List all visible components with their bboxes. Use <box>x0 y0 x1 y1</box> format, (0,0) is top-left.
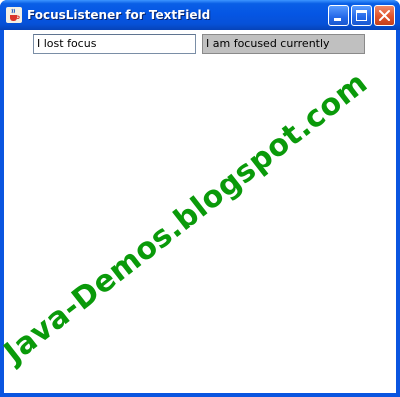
app-window: FocusListener for TextField I lost focus… <box>0 0 400 397</box>
java-cup-icon[interactable] <box>6 7 22 23</box>
minimize-button[interactable] <box>328 5 349 26</box>
maximize-icon <box>356 10 367 21</box>
window-title: FocusListener for TextField <box>27 8 211 22</box>
close-button[interactable] <box>374 5 395 26</box>
title-bar[interactable]: FocusListener for TextField <box>0 0 400 30</box>
close-icon <box>379 10 390 21</box>
text-field-focused[interactable]: I am focused currently <box>202 34 365 54</box>
maximize-button[interactable] <box>351 5 372 26</box>
text-field-lost-focus[interactable]: I lost focus <box>33 34 196 54</box>
minimize-icon <box>334 18 341 21</box>
